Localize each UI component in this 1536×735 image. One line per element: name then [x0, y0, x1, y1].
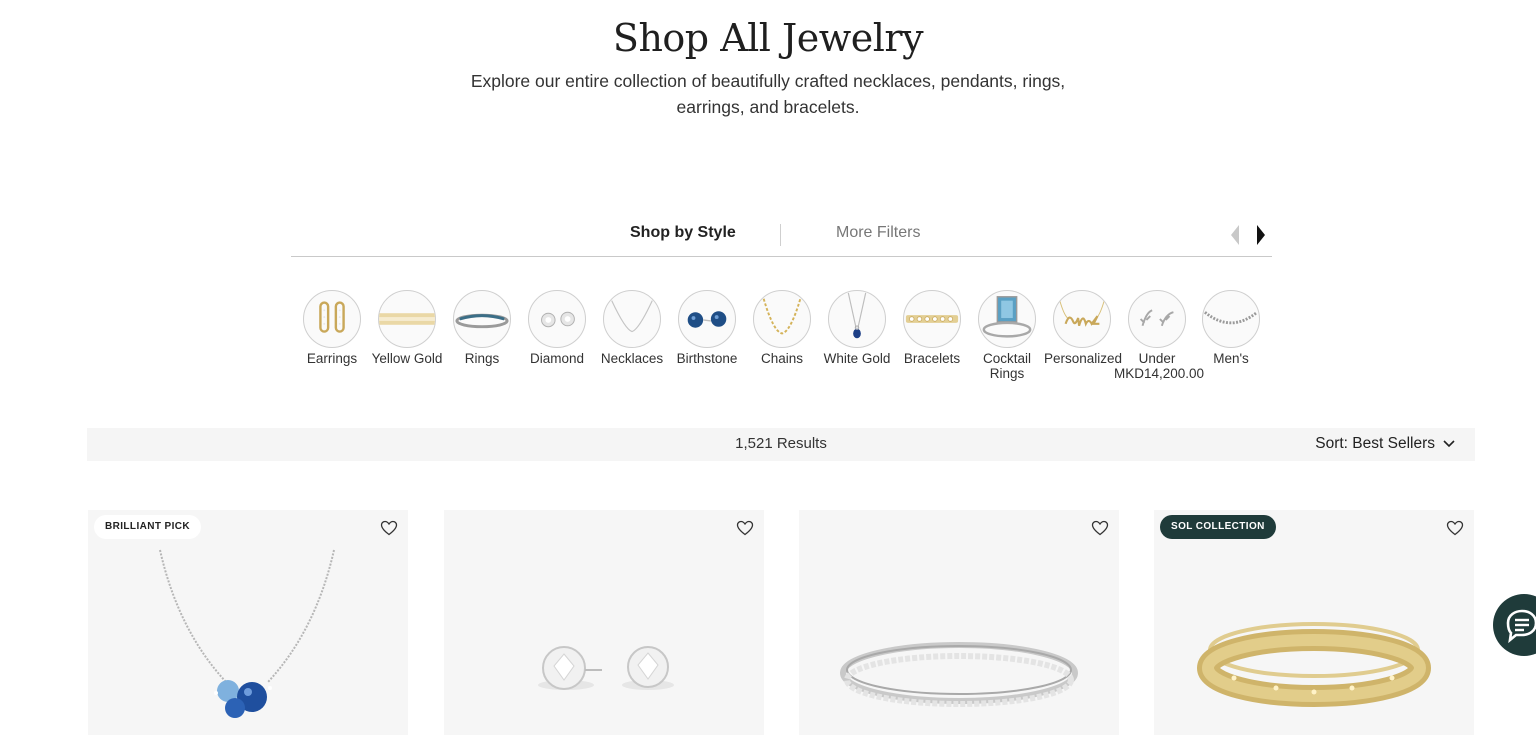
heart-icon[interactable]: [380, 520, 398, 536]
name-necklace-icon: [1053, 290, 1111, 348]
necklace-icon: [603, 290, 661, 348]
style-item-rings[interactable]: Rings: [444, 290, 520, 366]
tab-shop-by-style[interactable]: Shop by Style: [630, 224, 736, 242]
style-item-under-price[interactable]: Under MKD14,200.00: [1114, 290, 1205, 381]
gold-band-icon: [378, 290, 436, 348]
heart-icon[interactable]: [1091, 520, 1109, 536]
heart-icon[interactable]: [1446, 520, 1464, 536]
style-item-chains[interactable]: Chains: [744, 290, 820, 366]
style-label: Necklaces: [600, 351, 664, 366]
chat-button[interactable]: [1493, 594, 1536, 656]
sapphire-necklace-image: [159, 549, 335, 718]
birthstone-studs-icon: [678, 290, 736, 348]
style-label: Personalized: [1044, 351, 1123, 366]
chevron-down-icon: [1443, 440, 1455, 448]
style-item-diamond[interactable]: Diamond: [519, 290, 595, 366]
style-label: Bracelets: [903, 351, 961, 366]
style-item-cocktail-rings[interactable]: Cocktail Rings: [969, 290, 1045, 381]
diamond-studs-icon: [528, 290, 586, 348]
page-subtitle: Explore our entire collection of beautif…: [470, 71, 1066, 117]
style-label: Birthstone: [676, 351, 738, 366]
gold-bangle-image: [1197, 622, 1431, 707]
style-item-necklaces[interactable]: Necklaces: [594, 290, 670, 366]
style-item-personalized[interactable]: Personalized: [1044, 290, 1123, 366]
style-item-birthstone[interactable]: Birthstone: [669, 290, 745, 366]
results-count: 1,521 Results: [735, 435, 827, 452]
carousel-next-icon[interactable]: [1253, 224, 1267, 246]
leaf-earrings-icon: [1128, 290, 1186, 348]
style-label: Rings: [464, 351, 500, 366]
style-item-white-gold[interactable]: White Gold: [819, 290, 895, 366]
hero-section: Shop All Jewelry Explore our entire coll…: [0, 14, 1536, 120]
diamond-eternity-band-image: [840, 642, 1078, 707]
style-item-earrings[interactable]: Earrings: [294, 290, 370, 366]
style-item-mens[interactable]: Men's: [1193, 290, 1269, 366]
results-bar: 1,521 Results Sort: Best Sellers: [87, 428, 1475, 461]
hoop-earrings-icon: [303, 290, 361, 348]
mens-chain-icon: [1202, 290, 1260, 348]
sort-dropdown[interactable]: Sort: Best Sellers: [1315, 435, 1455, 453]
chain-icon: [753, 290, 811, 348]
style-label: Yellow Gold: [371, 351, 443, 366]
product-card[interactable]: BRILLIANT PICK: [88, 510, 408, 735]
style-label: Chains: [760, 351, 804, 366]
product-badge: SOL COLLECTION: [1160, 515, 1276, 539]
pendant-icon: [828, 290, 886, 348]
style-item-yellow-gold[interactable]: Yellow Gold: [369, 290, 445, 366]
cocktail-ring-icon: [978, 290, 1036, 348]
style-label: Earrings: [306, 351, 358, 366]
style-label: Under MKD14,200.00: [1114, 351, 1205, 381]
tab-more-filters[interactable]: More Filters: [836, 224, 920, 242]
product-badge: BRILLIANT PICK: [94, 515, 202, 539]
ring-icon: [453, 290, 511, 348]
sort-label: Sort: Best Sellers: [1315, 435, 1435, 452]
style-label: Men's: [1213, 351, 1249, 366]
heart-icon[interactable]: [736, 520, 754, 536]
product-card[interactable]: SOL COLLECTION: [1154, 510, 1474, 735]
bracelet-icon: [903, 290, 961, 348]
carousel-prev-icon[interactable]: [1229, 224, 1243, 246]
style-item-bracelets[interactable]: Bracelets: [894, 290, 970, 366]
style-label: White Gold: [823, 351, 891, 366]
product-card[interactable]: [444, 510, 764, 735]
diamond-stud-earrings-image: [538, 646, 674, 690]
product-card[interactable]: [799, 510, 1119, 735]
page-title: Shop All Jewelry: [612, 16, 924, 60]
filter-tabs: Shop by Style More Filters: [291, 220, 1272, 257]
style-label: Diamond: [529, 351, 585, 366]
tab-divider: [780, 224, 781, 246]
style-label: Cocktail Rings: [982, 351, 1031, 381]
chat-bubble-icon: [1506, 609, 1536, 644]
